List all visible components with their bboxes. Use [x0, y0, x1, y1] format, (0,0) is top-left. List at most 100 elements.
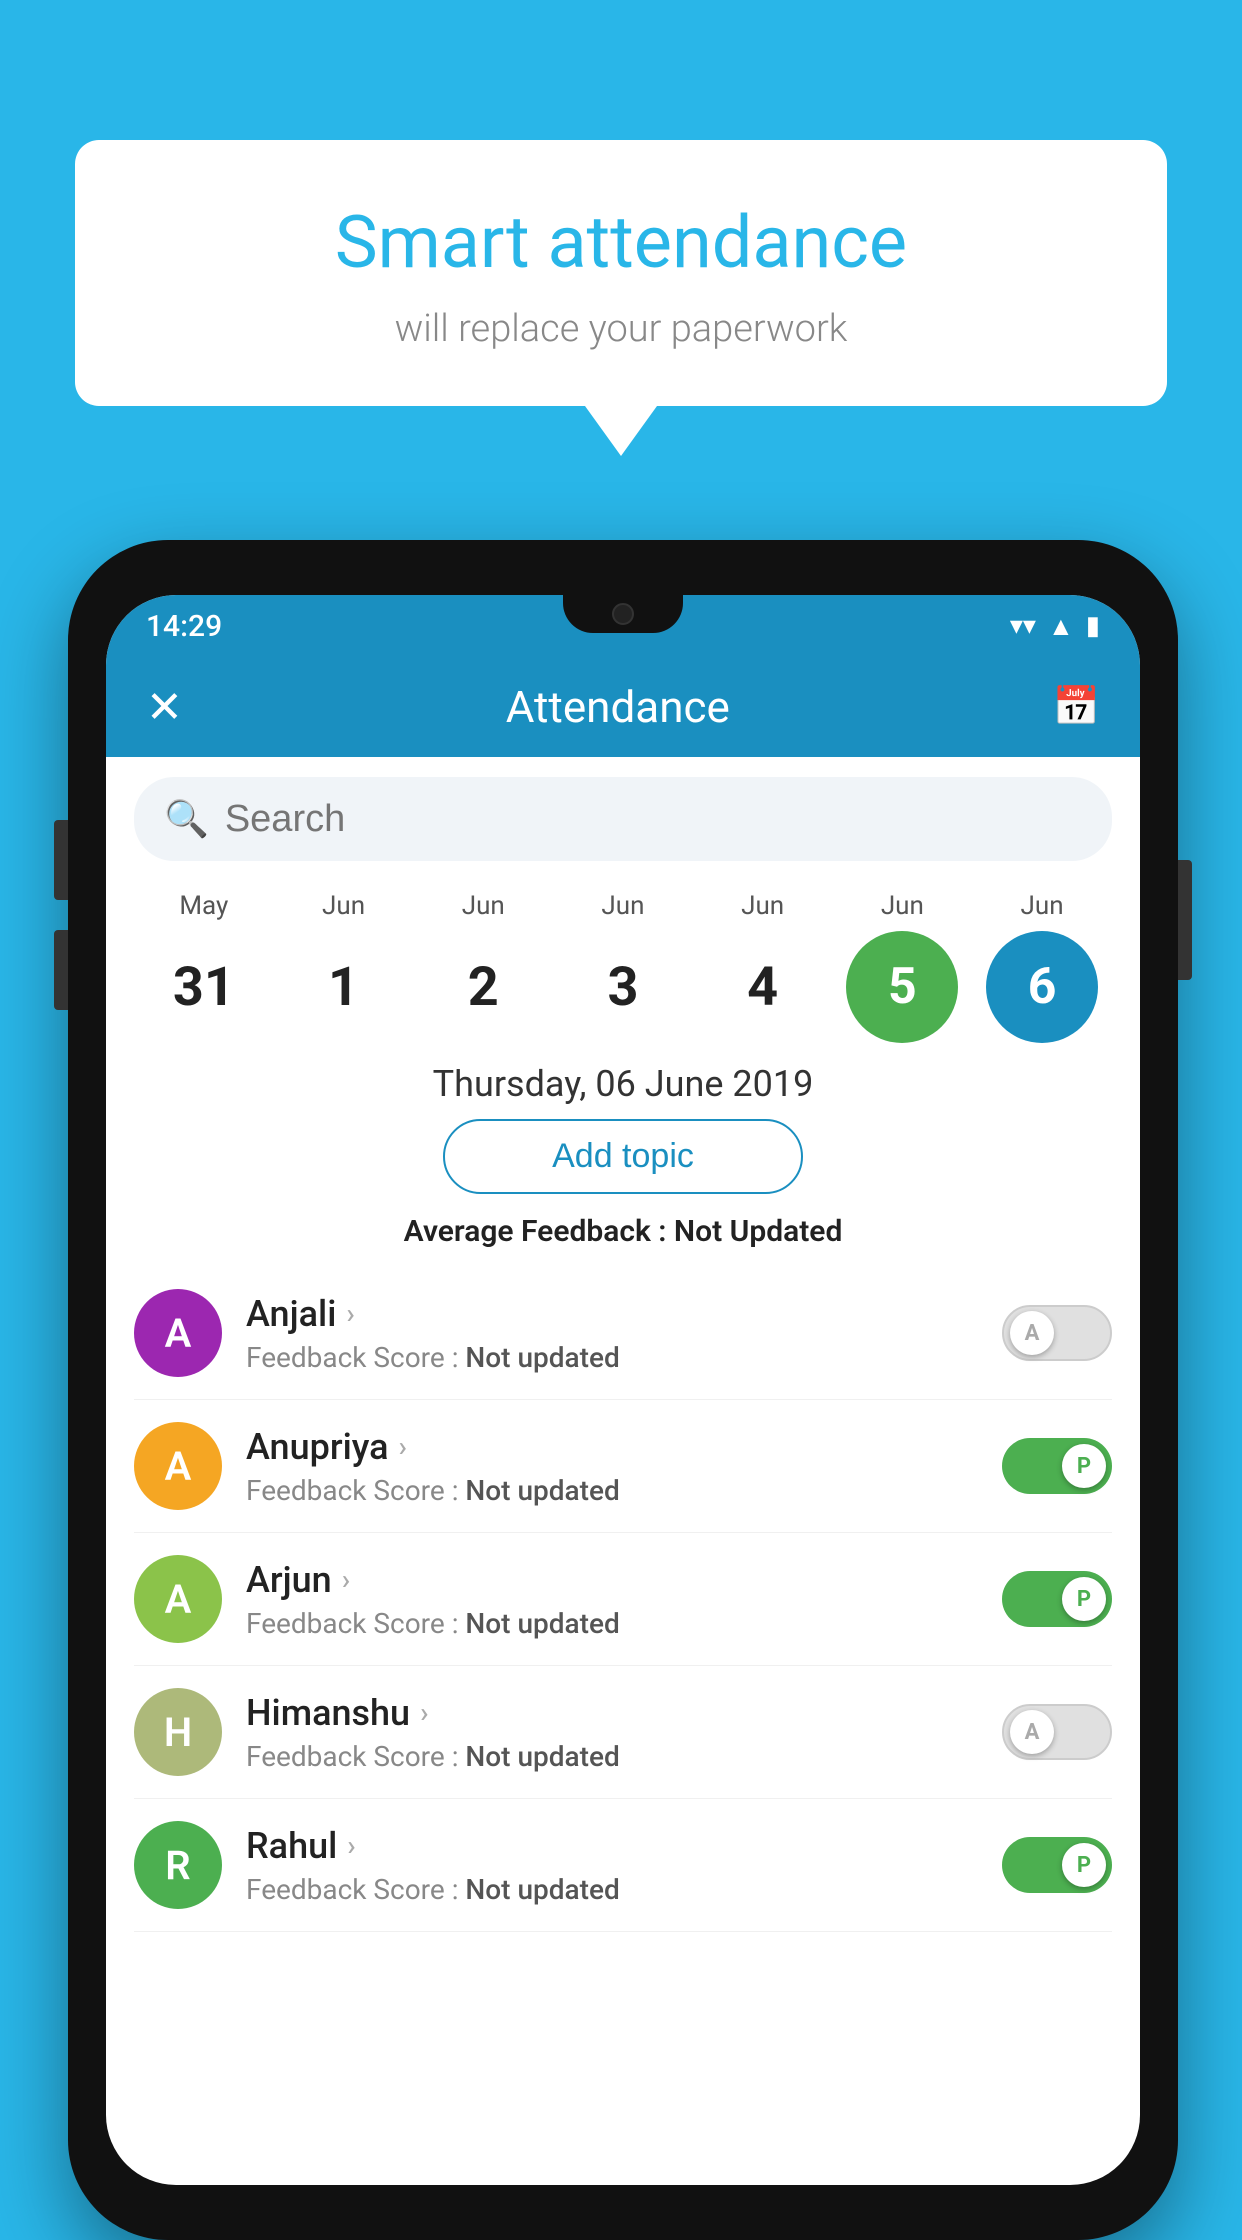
calendar-row: May 31 Jun 1 Jun 2 Jun 3 Jun 4 Jun 5 Jun 6 [106, 881, 1140, 1043]
feedback-value: Not updated [465, 1607, 619, 1640]
close-button[interactable]: ✕ [146, 681, 183, 733]
toggle-knob: A [1010, 1311, 1054, 1355]
cal-date[interactable]: 31 [148, 931, 260, 1043]
chevron-right-icon: › [342, 1563, 350, 1596]
student-info: Rahul › Feedback Score : Not updated [246, 1825, 1002, 1906]
toggle-knob: P [1062, 1843, 1106, 1887]
student-feedback: Feedback Score : Not updated [246, 1873, 1002, 1906]
volume-down-button [54, 930, 68, 1010]
signal-icon: ▲ [1048, 611, 1074, 642]
toggle-knob: P [1062, 1577, 1106, 1621]
student-feedback: Feedback Score : Not updated [246, 1474, 1002, 1507]
status-icons: ▾▾ ▲ ▮ [1010, 611, 1100, 642]
calendar-day[interactable]: Jun 3 [558, 891, 688, 1043]
cal-month: May [179, 891, 228, 921]
student-info: Himanshu › Feedback Score : Not updated [246, 1692, 1002, 1773]
calendar-day[interactable]: May 31 [139, 891, 269, 1043]
student-info: Arjun › Feedback Score : Not updated [246, 1559, 1002, 1640]
cal-date[interactable]: 4 [707, 931, 819, 1043]
search-input[interactable] [225, 798, 1082, 841]
student-avatar: H [134, 1688, 222, 1776]
calendar-day[interactable]: Jun 6 [977, 891, 1107, 1043]
cal-month: Jun [741, 891, 784, 921]
student-feedback: Feedback Score : Not updated [246, 1607, 1002, 1640]
phone-notch [563, 595, 683, 633]
student-item: H Himanshu › Feedback Score : Not updatedA [134, 1666, 1112, 1799]
toggle-knob: A [1010, 1710, 1054, 1754]
cal-date[interactable]: 1 [288, 931, 400, 1043]
speech-bubble-container: Smart attendance will replace your paper… [75, 140, 1167, 456]
attendance-toggle[interactable]: A [1002, 1704, 1112, 1760]
battery-icon: ▮ [1086, 611, 1100, 641]
cal-date[interactable]: 5 [846, 931, 958, 1043]
cal-date[interactable]: 2 [427, 931, 539, 1043]
attendance-toggle[interactable]: P [1002, 1571, 1112, 1627]
calendar-day[interactable]: Jun 4 [698, 891, 828, 1043]
attendance-toggle[interactable]: P [1002, 1837, 1112, 1893]
student-name[interactable]: Rahul › [246, 1825, 1002, 1867]
student-name[interactable]: Anjali › [246, 1293, 1002, 1335]
attendance-toggle-container[interactable]: A [1002, 1704, 1112, 1760]
feedback-value: Not updated [465, 1341, 619, 1374]
speech-bubble-title: Smart attendance [155, 200, 1087, 285]
student-info: Anupriya › Feedback Score : Not updated [246, 1426, 1002, 1507]
chevron-right-icon: › [420, 1696, 428, 1729]
power-button [1178, 860, 1192, 980]
calendar-day[interactable]: Jun 2 [418, 891, 548, 1043]
student-item: A Arjun › Feedback Score : Not updated P [134, 1533, 1112, 1666]
student-feedback: Feedback Score : Not updated [246, 1740, 1002, 1773]
attendance-toggle-container[interactable]: P [1002, 1837, 1112, 1893]
student-avatar: R [134, 1821, 222, 1909]
chevron-right-icon: › [399, 1430, 407, 1463]
cal-month: Jun [881, 891, 924, 921]
student-name[interactable]: Himanshu › [246, 1692, 1002, 1734]
selected-date: Thursday, 06 June 2019 [106, 1043, 1140, 1119]
student-item: AAnjali ›Feedback Score : Not updatedA [134, 1267, 1112, 1400]
attendance-toggle[interactable]: A [1002, 1305, 1112, 1361]
calendar-day[interactable]: Jun 5 [837, 891, 967, 1043]
attendance-toggle-container[interactable]: P [1002, 1438, 1112, 1494]
search-icon: 🔍 [164, 798, 209, 840]
student-avatar: A [134, 1555, 222, 1643]
student-item: R Rahul › Feedback Score : Not updated P [134, 1799, 1112, 1932]
attendance-toggle-container[interactable]: P [1002, 1571, 1112, 1627]
feedback-value: Not updated [465, 1873, 619, 1906]
feedback-value: Not updated [465, 1740, 619, 1773]
student-name[interactable]: Anupriya › [246, 1426, 1002, 1468]
status-time: 14:29 [146, 609, 222, 644]
add-topic-button[interactable]: Add topic [443, 1119, 803, 1194]
wifi-icon: ▾▾ [1010, 611, 1036, 641]
chevron-right-icon: › [346, 1297, 354, 1330]
chevron-right-icon: › [347, 1829, 355, 1862]
cal-date[interactable]: 6 [986, 931, 1098, 1043]
phone-frame: 14:29 ▾▾ ▲ ▮ ✕ Attendance 📅 🔍 May31Jun1J… [68, 540, 1178, 2240]
calendar-day[interactable]: Jun 1 [279, 891, 409, 1043]
header-title: Attendance [506, 681, 730, 733]
speech-bubble-tail [585, 406, 657, 456]
cal-month: Jun [1021, 891, 1064, 921]
cal-month: Jun [601, 891, 644, 921]
student-name[interactable]: Arjun › [246, 1559, 1002, 1601]
cal-month: Jun [462, 891, 505, 921]
student-item: A Anupriya › Feedback Score : Not updated P [134, 1400, 1112, 1533]
student-info: Anjali › Feedback Score : Not updated [246, 1293, 1002, 1374]
toggle-knob: P [1062, 1444, 1106, 1488]
app-header: ✕ Attendance 📅 [106, 657, 1140, 757]
avg-feedback: Average Feedback : Not Updated [106, 1214, 1140, 1249]
search-bar[interactable]: 🔍 [134, 777, 1112, 861]
speech-bubble-subtitle: will replace your paperwork [155, 307, 1087, 351]
student-feedback: Feedback Score : Not updated [246, 1341, 1002, 1374]
cal-date[interactable]: 3 [567, 931, 679, 1043]
avg-feedback-label: Average Feedback : [404, 1214, 667, 1249]
calendar-icon[interactable]: 📅 [1053, 685, 1100, 729]
student-avatar: A [134, 1422, 222, 1510]
volume-up-button [54, 820, 68, 900]
speech-bubble: Smart attendance will replace your paper… [75, 140, 1167, 406]
attendance-toggle-container[interactable]: A [1002, 1305, 1112, 1361]
phone-screen: 14:29 ▾▾ ▲ ▮ ✕ Attendance 📅 🔍 May31Jun1J… [106, 595, 1140, 2185]
cal-month: Jun [322, 891, 365, 921]
feedback-value: Not updated [465, 1474, 619, 1507]
attendance-toggle[interactable]: P [1002, 1438, 1112, 1494]
avg-feedback-value: Not Updated [674, 1214, 842, 1249]
camera [612, 603, 634, 625]
